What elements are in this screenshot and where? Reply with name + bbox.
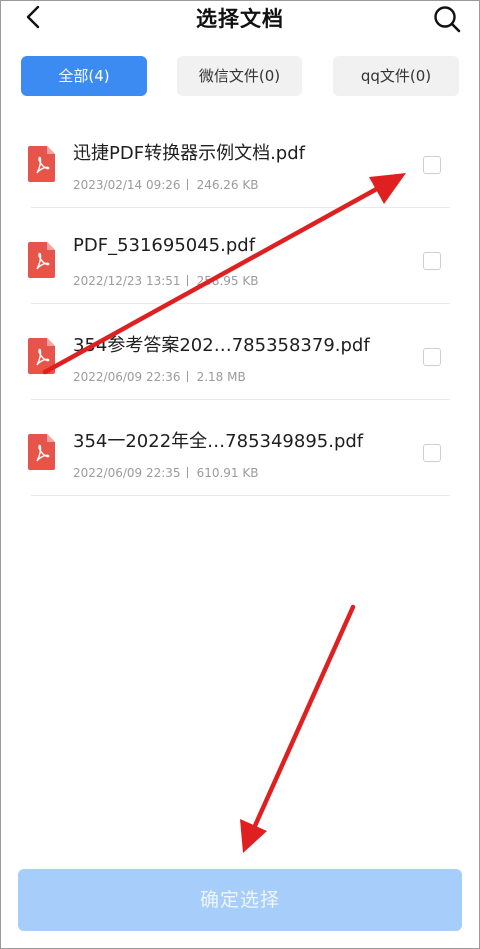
file-size: 258.95 KB <box>196 274 259 288</box>
tab-qq-files[interactable]: qq文件(0) <box>333 56 459 96</box>
file-checkbox[interactable] <box>423 348 441 366</box>
file-row[interactable]: 迅捷PDF转换器示例文档.pdf 2023/02/14 09:26 246.26 … <box>0 112 480 208</box>
file-name: 354参考答案202…785358379.pdf <box>73 335 370 356</box>
file-row[interactable]: 354参考答案202…785358379.pdf 2022/06/09 22:3… <box>0 304 480 400</box>
pdf-file-icon <box>28 434 55 470</box>
file-size: 246.26 KB <box>196 178 259 192</box>
meta-separator <box>186 371 188 382</box>
file-date: 2022/06/09 22:36 <box>73 370 181 384</box>
search-icon[interactable] <box>432 4 462 34</box>
meta-separator <box>186 179 188 190</box>
tab-all[interactable]: 全部(4) <box>21 56 147 96</box>
file-checkbox[interactable] <box>423 156 441 174</box>
file-meta: 2022/12/23 13:51 258.95 KB <box>73 274 258 288</box>
file-name: 354一2022年全…785349895.pdf <box>73 431 364 452</box>
meta-separator <box>186 275 188 286</box>
page-title: 选择文档 <box>196 7 284 31</box>
file-date: 2022/06/09 22:35 <box>73 466 181 480</box>
pdf-file-icon <box>28 242 55 278</box>
annotation-arrow-to-confirm <box>240 604 356 853</box>
meta-separator <box>186 467 188 478</box>
pdf-file-icon <box>28 146 55 182</box>
file-meta: 2022/06/09 22:35 610.91 KB <box>73 466 258 480</box>
file-size: 2.18 MB <box>196 370 246 384</box>
filter-tabs: 全部(4) 微信文件(0) qq文件(0) <box>0 56 480 98</box>
file-meta: 2022/06/09 22:36 2.18 MB <box>73 370 246 384</box>
file-checkbox[interactable] <box>423 444 441 462</box>
pdf-file-icon <box>28 338 55 374</box>
file-row[interactable]: 354一2022年全…785349895.pdf 2022/06/09 22:3… <box>0 400 480 496</box>
file-date: 2023/02/14 09:26 <box>73 178 181 192</box>
divider <box>31 495 450 496</box>
confirm-selection-button[interactable]: 确定选择 <box>18 869 462 931</box>
file-checkbox[interactable] <box>423 252 441 270</box>
tab-wechat-files[interactable]: 微信文件(0) <box>177 56 302 96</box>
file-row[interactable]: PDF_531695045.pdf 2022/12/23 13:51 258.95… <box>0 208 480 304</box>
file-size: 610.91 KB <box>196 466 259 480</box>
file-date: 2022/12/23 13:51 <box>73 274 181 288</box>
file-name: 迅捷PDF转换器示例文档.pdf <box>73 143 305 164</box>
file-meta: 2023/02/14 09:26 246.26 KB <box>73 178 258 192</box>
header: 选择文档 <box>0 0 480 38</box>
file-name: PDF_531695045.pdf <box>73 235 256 256</box>
